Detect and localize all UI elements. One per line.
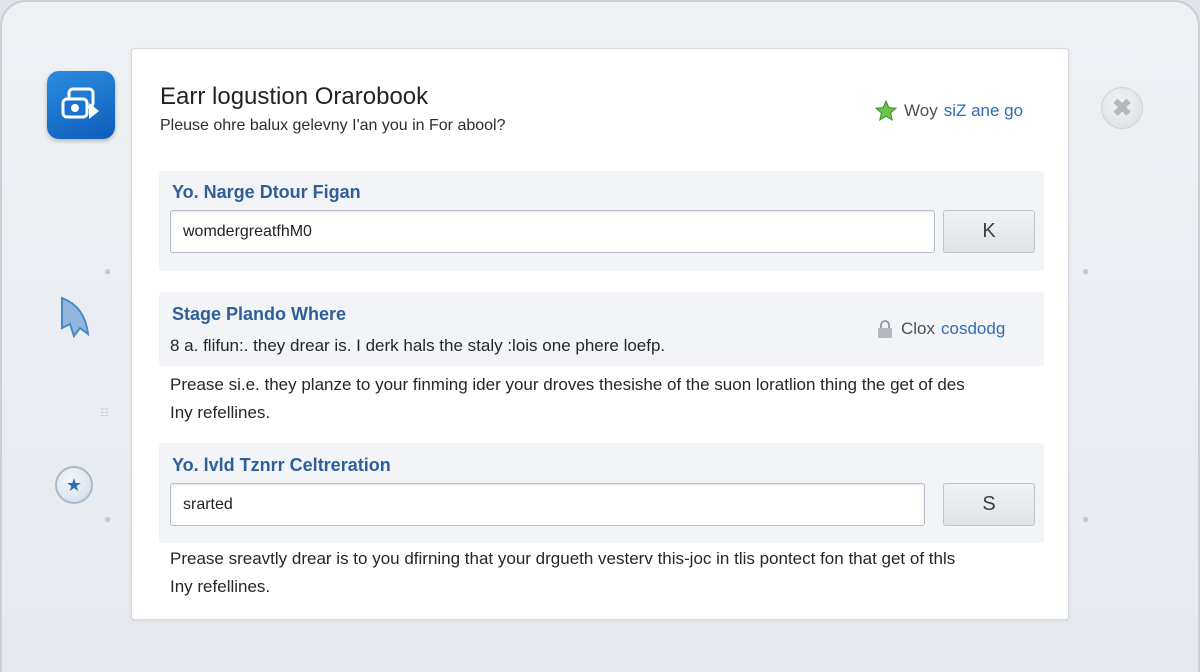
section-stage-note-1: Prease si.e. they planze to your finming…: [170, 375, 965, 394]
star-circle-icon[interactable]: ★: [55, 466, 93, 504]
close-icon[interactable]: ✖: [1101, 87, 1143, 129]
section-celebration-label: Yo. lvld Tznrr Celtreration: [172, 455, 391, 475]
section-celebration-note-2: Iny refellines.: [170, 577, 271, 596]
section1-button[interactable]: K: [943, 210, 1035, 253]
section-stage-text: 8 a. flifun:. they drear is. I derk hals…: [170, 336, 666, 355]
dialog-title: Earr logustion Orarobook: [160, 83, 429, 110]
section-celebration-note-1: Prease sreavtly drear is to you dfirning…: [170, 549, 956, 568]
sidebar-dot-icon: ●: [104, 264, 112, 278]
section-stage-note-2: Iny refellines.: [170, 403, 271, 422]
feather-icon[interactable]: [56, 294, 92, 340]
header-link-text[interactable]: siZ ane go: [944, 101, 1023, 121]
sidebar-dot-icon: ●: [1082, 512, 1090, 526]
header-link[interactable]: Woy siZ ane go: [874, 99, 1023, 123]
section-username: Yo. Narge Dtour Figan K: [159, 171, 1044, 271]
sidebar-dot-icon: ●: [1082, 264, 1090, 278]
dialog-subtitle: Pleuse ohre balux gelevny I'an you in Fo…: [160, 117, 506, 134]
section3-button[interactable]: S: [943, 483, 1035, 526]
section-stage-aside-muted: Clox: [901, 319, 936, 338]
app-window: ● ☷ ★ ● ● ● ✖ Earr logustion Orarobook P…: [0, 0, 1200, 672]
app-logo-icon[interactable]: [47, 71, 115, 139]
section-stage-aside-link[interactable]: cosdodg: [941, 319, 1005, 339]
dialog: Earr logustion Orarobook Pleuse ohre bal…: [131, 48, 1069, 620]
section-username-label: Yo. Narge Dtour Figan: [172, 182, 361, 202]
sidebar-dot-icon: ●: [104, 512, 112, 526]
lock-icon: [878, 320, 892, 338]
section-stage-label: Stage Plando Where: [172, 304, 347, 324]
header-link-muted: Woy: [904, 101, 938, 120]
sidebar-small-icon: ☷: [100, 408, 109, 419]
section-celebration: Yo. lvld Tznrr Celtreration S: [159, 443, 1044, 543]
celebration-input[interactable]: [170, 483, 925, 526]
star-icon: [874, 99, 898, 122]
section-stage: Stage Plando Where 8 a. flifun:. they dr…: [159, 292, 1044, 366]
section-stage-aside[interactable]: Clox cosdodg: [875, 319, 1005, 339]
username-input[interactable]: [170, 210, 935, 253]
